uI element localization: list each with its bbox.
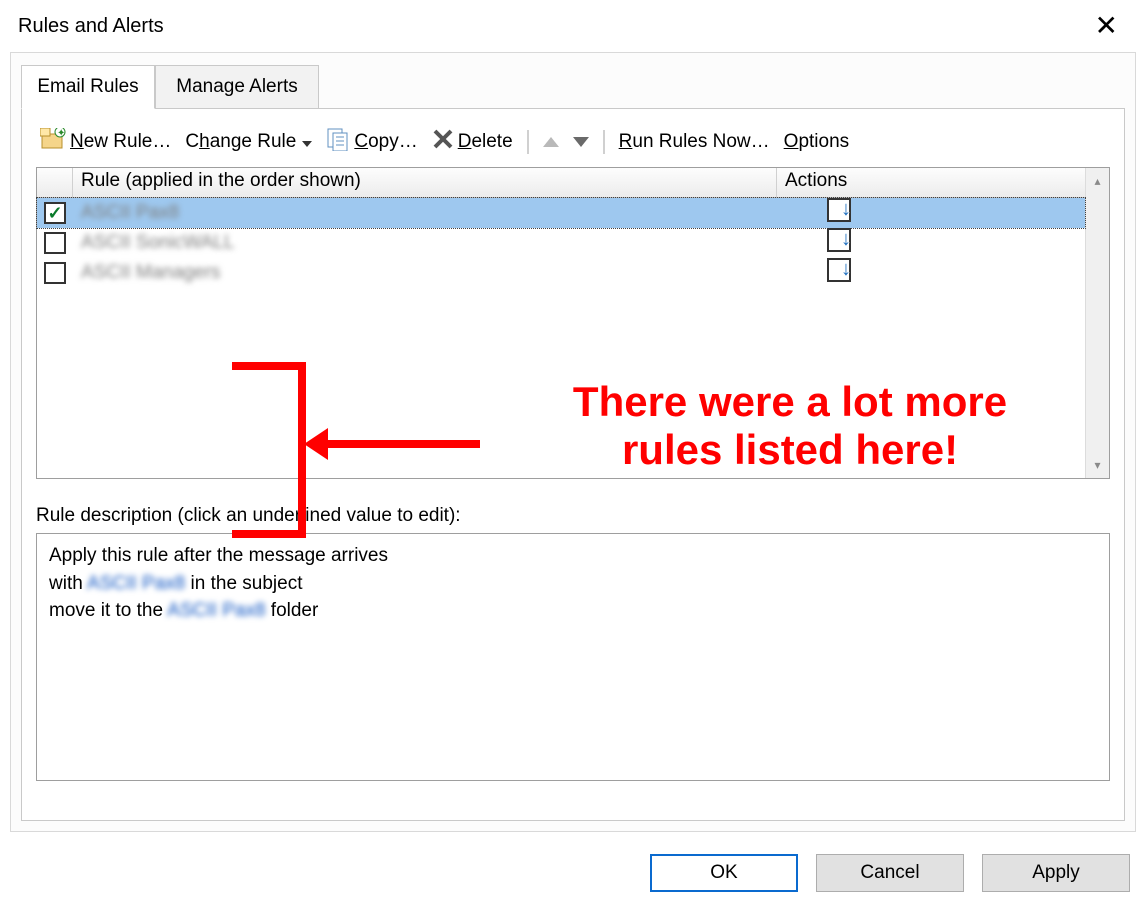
arrow-up-icon <box>543 137 559 147</box>
desc-line-3: move it to the ASCII Pax8 folder <box>49 597 1097 625</box>
new-rule-label: ew Rule… <box>84 131 172 152</box>
cancel-label: Cancel <box>860 862 919 884</box>
change-rule-button[interactable]: Change Rule <box>185 131 312 153</box>
desc-line-1: Apply this rule after the message arrive… <box>49 542 1097 570</box>
dropdown-caret-icon <box>302 131 312 153</box>
column-header-rule[interactable]: Rule (applied in the order shown) <box>73 168 777 197</box>
delete-button[interactable]: Delete <box>432 128 513 156</box>
dialog-body: Email Rules Manage Alerts ✦ New Rule… Ch… <box>10 52 1136 832</box>
dialog-buttons: OK Cancel Apply <box>650 854 1130 892</box>
tabstrip: Email Rules Manage Alerts <box>11 53 1135 109</box>
rule-description-label: Rule description (click an underlined va… <box>36 505 1110 527</box>
tab-panel-email-rules: ✦ New Rule… Change Rule Copy… <box>21 108 1125 821</box>
toolbar: ✦ New Rule… Change Rule Copy… <box>36 123 1110 167</box>
run-rules-now-button[interactable]: Run Rules Now… <box>619 131 770 153</box>
ok-button[interactable]: OK <box>650 854 798 892</box>
move-to-folder-icon <box>827 198 851 222</box>
column-header-actions[interactable]: Actions <box>777 168 1109 197</box>
tab-email-rules[interactable]: Email Rules <box>21 65 155 109</box>
scroll-down-icon: ▾ <box>1086 454 1109 476</box>
close-button[interactable]: ✕ <box>1085 8 1128 44</box>
table-row[interactable]: ASCII SonicWALL <box>37 228 1085 258</box>
copy-button[interactable]: Copy… <box>326 127 417 157</box>
desc-text: folder <box>266 600 319 621</box>
table-row[interactable]: ASCII Managers <box>37 258 1085 288</box>
move-down-button[interactable] <box>573 137 589 147</box>
ok-label: OK <box>710 862 737 884</box>
new-rule-icon: ✦ <box>40 128 66 156</box>
svg-text:✦: ✦ <box>57 128 65 139</box>
dialog-title: Rules and Alerts <box>18 15 164 38</box>
scroll-up-icon: ▴ <box>1086 170 1109 192</box>
delete-icon <box>432 128 454 156</box>
cancel-button[interactable]: Cancel <box>816 854 964 892</box>
toolbar-separator <box>527 130 529 154</box>
move-to-folder-icon <box>827 228 851 252</box>
rule-name: ASCII Pax8 <box>73 202 753 224</box>
rule-checkbox[interactable] <box>44 232 66 254</box>
rule-name: ASCII Managers <box>73 262 753 284</box>
rule-name: ASCII SonicWALL <box>73 232 753 254</box>
move-to-folder-icon <box>827 258 851 282</box>
apply-button[interactable]: Apply <box>982 854 1130 892</box>
grid-header: Rule (applied in the order shown) Action… <box>37 168 1109 198</box>
desc-text: in the subject <box>185 573 302 594</box>
rule-description-box: Apply this rule after the message arrive… <box>36 533 1110 781</box>
tab-manage-alerts[interactable]: Manage Alerts <box>155 65 319 109</box>
rule-checkbox[interactable] <box>44 202 66 224</box>
titlebar: Rules and Alerts ✕ <box>0 0 1146 48</box>
arrow-down-icon <box>573 137 589 147</box>
column-header-checkbox[interactable] <box>37 168 73 197</box>
desc-text: with <box>49 573 87 594</box>
tab-email-rules-label: Email Rules <box>37 76 138 98</box>
new-rule-button[interactable]: ✦ New Rule… <box>40 128 171 156</box>
rules-grid: Rule (applied in the order shown) Action… <box>36 167 1110 479</box>
desc-line-2: with ASCII Pax8 in the subject <box>49 570 1097 598</box>
desc-folder-link[interactable]: ASCII Pax8 <box>167 600 265 621</box>
tab-manage-alerts-label: Manage Alerts <box>176 76 297 98</box>
desc-text: move it to the <box>49 600 167 621</box>
toolbar-separator <box>603 130 605 154</box>
apply-label: Apply <box>1032 862 1080 884</box>
move-up-button[interactable] <box>543 137 559 147</box>
options-button[interactable]: Options <box>784 131 849 153</box>
rule-checkbox[interactable] <box>44 262 66 284</box>
grid-body: ASCII Pax8 ASCII SonicWALL ASCII Manager… <box>37 198 1085 478</box>
copy-icon <box>326 127 350 157</box>
desc-subject-link[interactable]: ASCII Pax8 <box>87 573 185 594</box>
grid-scrollbar[interactable]: ▴ ▾ <box>1085 168 1109 478</box>
table-row[interactable]: ASCII Pax8 <box>37 198 1085 228</box>
